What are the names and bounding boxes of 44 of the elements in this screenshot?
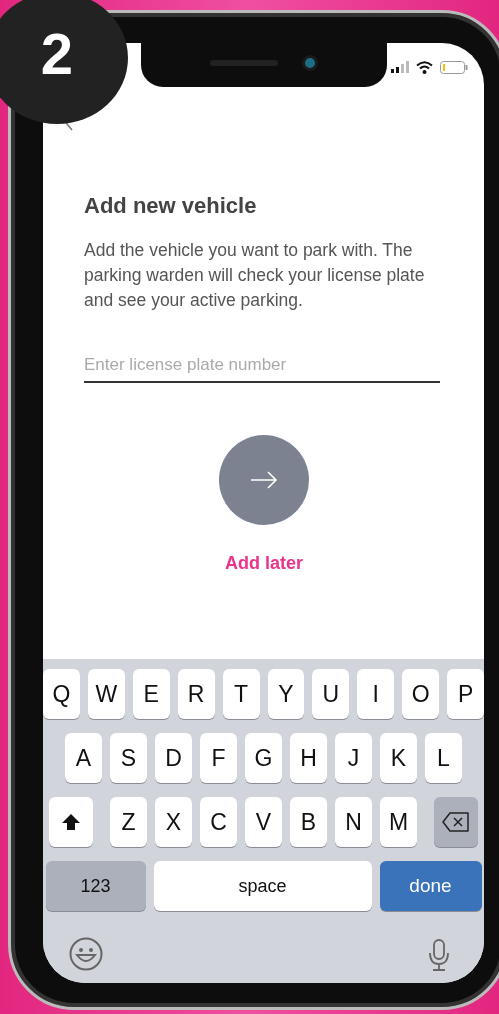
keyboard-key[interactable]: W [87, 669, 125, 719]
keyboard-key[interactable]: G [245, 733, 282, 783]
space-key[interactable]: space [153, 861, 372, 911]
keyboard-key[interactable]: D [155, 733, 192, 783]
keyboard-key[interactable]: H [290, 733, 327, 783]
keyboard-key[interactable]: I [357, 669, 395, 719]
keyboard-key[interactable]: F [200, 733, 237, 783]
emoji-icon [69, 937, 103, 971]
keyboard-key[interactable]: T [222, 669, 260, 719]
keyboard-key[interactable]: C [200, 797, 237, 847]
camera-lens [302, 55, 318, 71]
right-arrow-icon [249, 470, 279, 490]
keyboard-key[interactable]: N [335, 797, 372, 847]
keyboard-key[interactable]: X [155, 797, 192, 847]
keyboard-key[interactable]: Z [110, 797, 147, 847]
keyboard-key[interactable]: L [425, 733, 462, 783]
done-key[interactable]: done [379, 861, 482, 911]
backspace-icon [442, 812, 470, 832]
battery-icon [440, 60, 468, 74]
delete-key[interactable] [434, 797, 478, 847]
shift-arrow-icon [61, 813, 81, 831]
keyboard-key[interactable]: S [110, 733, 147, 783]
keyboard-key[interactable]: K [380, 733, 417, 783]
shift-key[interactable] [49, 797, 93, 847]
keyboard-key[interactable]: R [177, 669, 215, 719]
description-text: Add the vehicle you want to park with. The parking warden will check your license plate and see your active parking. [84, 239, 426, 312]
add-later-link[interactable]: Add later [225, 553, 303, 574]
keyboard-key[interactable]: V [245, 797, 282, 847]
keyboard-key[interactable]: P [447, 669, 484, 719]
signal-icon [391, 61, 409, 73]
step-number-badge: 2 [0, 0, 128, 124]
page-title: Add new vehicle [84, 193, 257, 219]
keyboard-key[interactable]: Y [267, 669, 305, 719]
wifi-icon [416, 60, 433, 74]
numbers-key[interactable]: 123 [45, 861, 146, 911]
keyboard-key[interactable]: U [312, 669, 350, 719]
microphone-icon [428, 939, 450, 971]
keyboard-key[interactable]: M [380, 797, 417, 847]
keyboard-key[interactable]: E [132, 669, 170, 719]
keyboard-key[interactable]: O [402, 669, 440, 719]
keyboard-key[interactable]: Q [43, 669, 80, 719]
keyboard-key[interactable]: J [335, 733, 372, 783]
keyboard-key[interactable]: B [290, 797, 327, 847]
keyboard-key[interactable]: A [65, 733, 102, 783]
